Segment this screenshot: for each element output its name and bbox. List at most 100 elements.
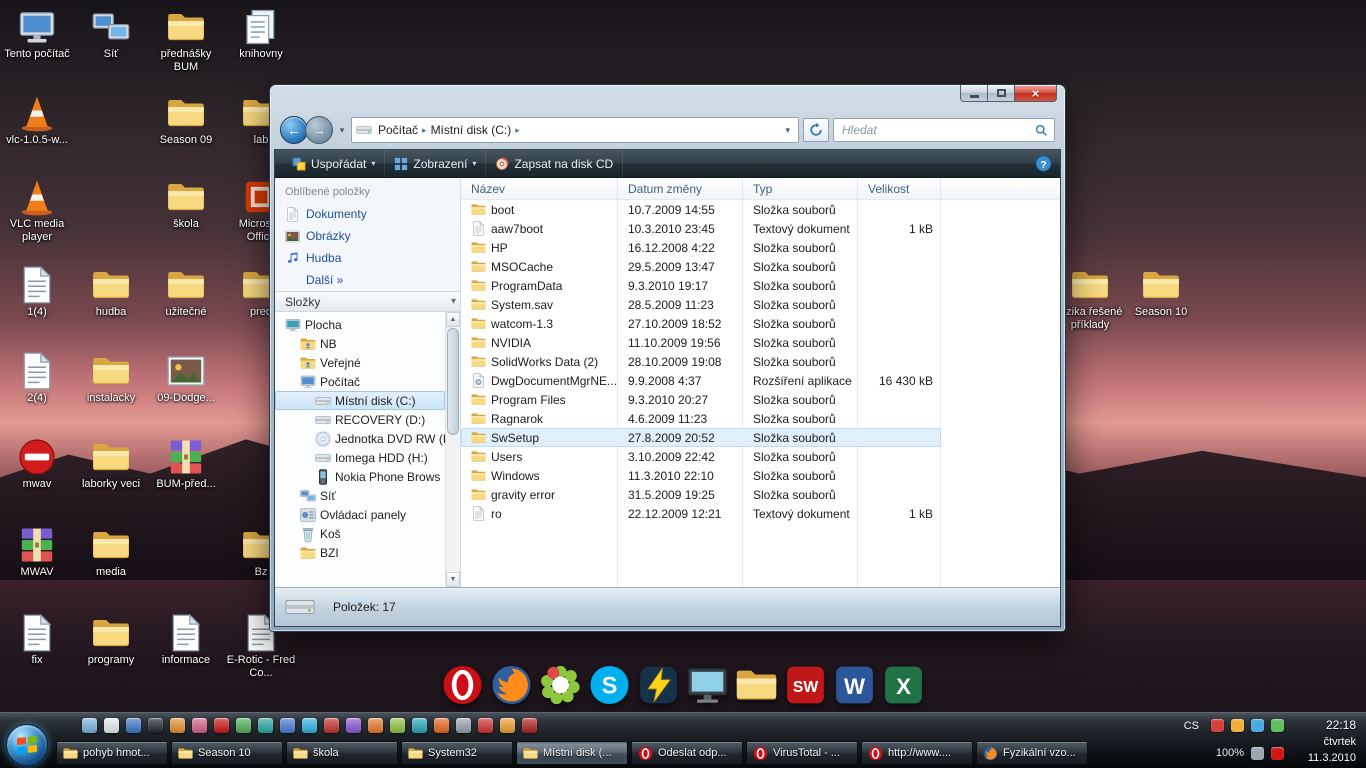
clock[interactable]: 22:18 čtvrtek 11.3.2010 — [1292, 713, 1366, 768]
dock-folder[interactable] — [736, 664, 778, 706]
quick-launch-icon-6[interactable] — [192, 718, 207, 733]
breadcrumb-item-m-stn-disk-c[interactable]: Místní disk (C:) — [427, 121, 516, 139]
quick-launch-icon-19[interactable] — [478, 718, 493, 733]
desktop-icon-informace[interactable]: informace — [149, 614, 223, 667]
column-header-n-zev[interactable]: Název — [461, 178, 618, 199]
tree-item-ve-ejn[interactable]: Veřejné — [275, 353, 445, 372]
file-row-program-files[interactable]: Program Files9.3.2010 20:27Složka soubor… — [461, 390, 941, 409]
recent-pages-dropdown-icon[interactable]: ▾ — [337, 125, 347, 136]
desktop-icon-mwav[interactable]: MWAV — [0, 526, 74, 579]
refresh-button[interactable] — [803, 118, 829, 142]
tree-item-ko[interactable]: Koš — [275, 524, 445, 543]
minimize-button[interactable] — [960, 85, 988, 102]
favorite-dokumenty[interactable]: Dokumenty — [275, 203, 460, 225]
language-indicator[interactable]: CS — [1180, 719, 1203, 733]
desktop-icon-vlc-1-0-5-w[interactable]: vlc-1.0.5-w... — [0, 94, 74, 147]
tree-item-iomega-hdd-h[interactable]: Iomega HDD (H:) — [275, 448, 445, 467]
quick-launch-icon-13[interactable] — [346, 718, 361, 733]
file-row-windows[interactable]: Windows11.3.2010 22:10Složka souborů — [461, 466, 941, 485]
quick-launch-icon-9[interactable] — [258, 718, 273, 733]
desktop-icon-instalacky[interactable]: instalacky — [74, 352, 148, 405]
desktop-icon-1-4[interactable]: 1(4) — [0, 266, 74, 319]
file-row-gravity-error[interactable]: gravity error31.5.2009 19:25Složka soubo… — [461, 485, 941, 504]
file-row-aaw7boot[interactable]: aaw7boot10.3.2010 23:45Textový dokument1… — [461, 219, 941, 238]
quick-launch-icon-15[interactable] — [390, 718, 405, 733]
file-row-ro[interactable]: ro22.12.2009 12:21Textový dokument1 kB — [461, 504, 941, 523]
tree-item-po-ta[interactable]: Počítač — [275, 372, 445, 391]
tree-item-ovl-dac-panely[interactable]: Ovládací panely — [275, 505, 445, 524]
desktop-icon-season-10[interactable]: Season 10 — [1124, 266, 1198, 319]
quick-launch-icon-8[interactable] — [236, 718, 251, 733]
search-input[interactable] — [840, 122, 1035, 138]
tree-item-recovery-d[interactable]: RECOVERY (D:) — [275, 410, 445, 429]
search-icon[interactable] — [1035, 124, 1048, 137]
forward-button[interactable]: → — [305, 116, 333, 144]
taskbar-button-kola[interactable]: škola — [286, 741, 398, 765]
titlebar[interactable]: × — [270, 85, 1065, 111]
quick-launch-icon-11[interactable] — [302, 718, 317, 733]
file-row-users[interactable]: Users3.10.2009 22:42Složka souborů — [461, 447, 941, 466]
tree-item-plocha[interactable]: Plocha — [275, 315, 445, 334]
taskbar-button-m-stn-disk[interactable]: Místní disk (... — [516, 741, 628, 765]
file-row-dwgdocumentmgrne[interactable]: DwgDocumentMgrNE...9.9.2008 4:37Rozšířen… — [461, 371, 941, 390]
column-header-typ[interactable]: Typ — [743, 178, 858, 199]
taskbar-button-http-www[interactable]: http://www.... — [861, 741, 973, 765]
zoom-level[interactable]: 100% — [1216, 747, 1244, 759]
dock-word[interactable]: W — [834, 664, 876, 706]
tree-item-m-stn-disk-c[interactable]: Místní disk (C:) — [275, 391, 445, 410]
file-row-system-sav[interactable]: System.sav28.5.2009 11:23Složka souborů — [461, 295, 941, 314]
desktop-icon-mwav[interactable]: mwav — [0, 438, 74, 491]
tray-icon-3[interactable] — [1251, 719, 1264, 732]
desktop-icon-laborky-veci[interactable]: laborky veci — [74, 438, 148, 491]
taskbar-button-fyzik-ln-vzo[interactable]: Fyzikální vzo... — [976, 741, 1088, 765]
dock-monitor[interactable] — [687, 664, 729, 706]
scrollbar-thumb[interactable] — [447, 328, 459, 435]
breadcrumb[interactable]: Počítač▸Místní disk (C:)▸ ▾ — [351, 117, 799, 143]
desktop-icon-vlc-media-player[interactable]: VLC media player — [0, 178, 74, 244]
taskbar-button-odeslat-odp[interactable]: Odeslat odp... — [631, 741, 743, 765]
desktop-icon-kola[interactable]: škola — [149, 178, 223, 231]
desktop-icon-p-edn-ky-bum[interactable]: přednášky BUM — [149, 8, 223, 74]
dock-firefox[interactable] — [491, 664, 533, 706]
desktop-icon-season-09[interactable]: Season 09 — [149, 94, 223, 147]
quick-launch-icon-16[interactable] — [412, 718, 427, 733]
quick-launch-icon-5[interactable] — [170, 718, 185, 733]
dock-solidworks[interactable]: SW — [785, 664, 827, 706]
favorite-obr-zky[interactable]: Obrázky — [275, 225, 460, 247]
close-button[interactable]: × — [1015, 85, 1057, 102]
quick-launch-icon-4[interactable] — [148, 718, 163, 733]
file-row-swsetup[interactable]: SwSetup27.8.2009 20:52Složka souborů — [461, 428, 941, 447]
quick-launch-icon-14[interactable] — [368, 718, 383, 733]
taskbar-button-pohyb-hmot[interactable]: pohyb hmot... — [56, 741, 168, 765]
tree-scrollbar[interactable]: ▲ ▼ — [445, 312, 460, 587]
quick-launch-icon-10[interactable] — [280, 718, 295, 733]
start-button[interactable] — [6, 724, 48, 766]
file-row-nvidia[interactable]: NVIDIA11.10.2009 19:56Složka souborů — [461, 333, 941, 352]
desktop-icon-tento-po-ta[interactable]: Tento počítač — [0, 8, 74, 61]
quick-launch-icon-21[interactable] — [522, 718, 537, 733]
taskbar-button-virustotal[interactable]: VirusTotal - ... — [746, 741, 858, 765]
desktop-icon-u-ite-n[interactable]: užitečné — [149, 266, 223, 319]
quick-launch-icon-18[interactable] — [456, 718, 471, 733]
toolbar-zobrazen[interactable]: Zobrazení▾ — [385, 150, 486, 177]
file-row-msocache[interactable]: MSOCache29.5.2009 13:47Složka souborů — [461, 257, 941, 276]
desktop-icon-media[interactable]: media — [74, 526, 148, 579]
address-dropdown-icon[interactable]: ▾ — [785, 125, 794, 136]
toolbar-zapsat-na-disk-cd[interactable]: Zapsat na disk CD — [486, 150, 623, 177]
desktop-icon-knihovny[interactable]: knihovny — [224, 8, 298, 61]
breadcrumb-separator-icon[interactable]: ▸ — [515, 125, 520, 136]
dock-opera[interactable] — [442, 664, 484, 706]
desktop-icon-2-4[interactable]: 2(4) — [0, 352, 74, 405]
quick-launch-icon-1[interactable] — [82, 718, 97, 733]
quick-launch-icon-7[interactable] — [214, 718, 229, 733]
tray-bottom-icon-1[interactable] — [1251, 747, 1264, 760]
quick-launch-icon-12[interactable] — [324, 718, 339, 733]
column-header-datum-zm-ny[interactable]: Datum změny — [618, 178, 743, 199]
dock-excel[interactable]: X — [883, 664, 925, 706]
column-header-velikost[interactable]: Velikost — [858, 178, 941, 199]
maximize-button[interactable] — [988, 85, 1015, 102]
favorite-dal[interactable]: Další » — [275, 269, 460, 291]
tray-icon-2[interactable] — [1231, 719, 1244, 732]
tree-item-s[interactable]: Síť — [275, 486, 445, 505]
desktop-icon-s[interactable]: Síť — [74, 8, 148, 61]
